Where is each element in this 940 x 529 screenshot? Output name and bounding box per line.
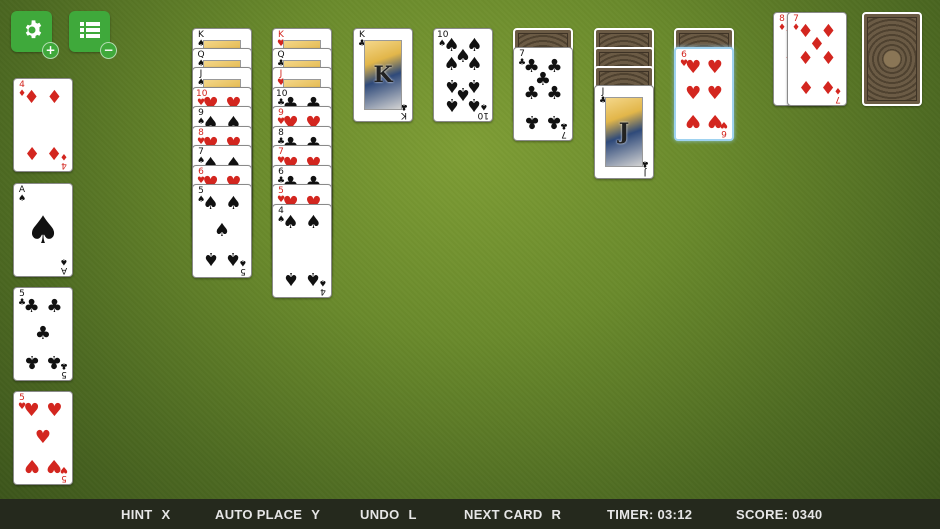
card-pips: ♥♥♥♥♥♥ — [685, 56, 723, 132]
free-cell-card[interactable]: A ♠ A ♠ ♠ — [13, 183, 73, 277]
suit-pip: ♠ — [282, 212, 299, 234]
card-corner-bottom-rank: K — [401, 110, 407, 120]
suit-pip: ♦ — [820, 76, 837, 98]
add-badge: + — [42, 42, 59, 59]
suit-pip: ♣ — [546, 83, 563, 104]
tableau-card[interactable]: J ♣ J ♣ J — [594, 85, 654, 179]
suit-pip: ♣ — [46, 351, 63, 373]
timer-label: TIMER: — [607, 507, 654, 522]
hint-key: X — [161, 507, 171, 522]
card-back-pattern — [867, 17, 917, 101]
free-cell-card[interactable]: 5 ♣ 5 ♣ ♣ ♣ ♣ ♣ ♣ — [13, 287, 73, 381]
menu-button[interactable]: − — [69, 11, 117, 59]
waste-card[interactable]: 7 ♦ 7 ♦ ♦ ♦ ♦ ♦ ♦ ♦ ♦ — [787, 12, 847, 106]
suit-pip: ♦ — [46, 86, 63, 108]
suit-pip: ♠ — [225, 248, 242, 270]
card-pips: ♠ — [24, 196, 62, 264]
next-card-control[interactable]: NEXT CARD R — [464, 507, 561, 522]
suit-pip: ♣ — [23, 351, 40, 373]
tableau-card[interactable]: 5 ♠ 5 ♠ ♠ ♠ ♠ ♠ ♠ — [192, 184, 252, 278]
undo-label: UNDO — [360, 507, 400, 522]
suit-pip: ♥ — [706, 110, 723, 132]
suit-pip: ♦ — [46, 142, 63, 164]
card-pips: ♦ ♦ ♦ ♦ — [23, 86, 63, 164]
suit-pip: ♥ — [685, 56, 702, 78]
settings-button[interactable]: + — [11, 11, 59, 59]
suit-pip: ♥ — [23, 399, 40, 421]
suit-pip: ♠ — [213, 220, 231, 241]
hint-control[interactable]: HINT X — [121, 507, 171, 522]
suit-pip: ♠ — [305, 267, 322, 289]
hint-label: HINT — [121, 507, 153, 522]
score: SCORE: 0340 — [736, 507, 822, 522]
next-card-label: NEXT CARD — [464, 507, 543, 522]
undo-key: L — [408, 507, 417, 522]
suit-pip: ♠ — [305, 212, 322, 234]
card-corner-bottom-rank: J — [643, 167, 647, 177]
suit-pip: ♠ — [466, 54, 483, 76]
suit-pip: ♣ — [546, 111, 563, 133]
tableau-card[interactable]: 4 ♠ 4 ♠ ♠ ♠ ♠ ♠ — [272, 203, 332, 298]
suit-pip: ♠ — [282, 267, 299, 289]
card-pips: ♣ ♣ ♣ ♣ ♣ ♣ ♣ — [523, 57, 563, 133]
score-value: 0340 — [792, 507, 823, 522]
suit-pip: ♥ — [46, 455, 63, 477]
card-pips: ♥ ♥ ♥ ♥ ♥ — [23, 399, 63, 477]
suit-pip: ♥ — [34, 427, 52, 448]
status-bar: HINT X AUTO PLACE Y UNDO L NEXT CARD R TIMER… — [0, 499, 940, 529]
suit-pip: ♣ — [523, 111, 540, 133]
suit-pip: ♦ — [23, 86, 40, 108]
stock-pile[interactable] — [862, 12, 922, 106]
auto-place-label: AUTO PLACE — [215, 507, 303, 522]
suit-pip: ♦ — [23, 142, 40, 164]
auto-place-key: Y — [311, 507, 321, 522]
suit-pip: ♦ — [797, 76, 814, 98]
gear-icon — [22, 19, 42, 44]
timer-value: 03:12 — [657, 507, 693, 522]
suit-pip: ♣ — [523, 83, 540, 104]
card-pips: ♣ ♣ ♣ ♣ ♣ — [23, 295, 63, 373]
face-card-rank: J — [618, 119, 630, 145]
card-pips: ♠ ♠ ♠ ♠ — [282, 212, 322, 289]
undo-control[interactable]: UNDO L — [360, 507, 417, 522]
tableau-card[interactable]: 7 ♣ 7 ♣ ♣ ♣ ♣ ♣ ♣ ♣ ♣ — [513, 47, 573, 141]
timer: TIMER: 03:12 — [607, 507, 692, 522]
suit-pip: ♥ — [685, 83, 702, 104]
free-cell-card[interactable]: 4 ♦ 4 ♦ ♦ ♦ ♦ ♦ — [13, 78, 73, 172]
tableau-card[interactable]: 10 ♠ 10 ♠ ♠ ♠ ♠ ♠ ♠ ♠ ♠ ♠ ♠ ♠ — [433, 28, 493, 122]
auto-place-control[interactable]: AUTO PLACE Y — [215, 507, 320, 522]
suit-pip: ♣ — [34, 323, 52, 344]
card-pips: ♦ ♦ ♦ ♦ ♦ ♦ ♦ — [797, 22, 837, 98]
list-icon — [79, 21, 100, 43]
remove-badge: − — [100, 42, 117, 59]
face-card-art: J — [605, 97, 643, 167]
suit-pip: ♠ — [466, 93, 483, 115]
suit-pip: ♥ — [685, 110, 702, 132]
card-pips: ♠ ♠ ♠ ♠ ♠ — [202, 192, 242, 270]
suit-pip: ♠ — [25, 208, 61, 252]
suit-pip: ♦ — [820, 48, 837, 69]
suit-pip: ♦ — [797, 48, 814, 69]
card-pips: ♠ ♠ ♠ ♠ ♠ ♠ ♠ ♠ ♠ ♠ — [443, 37, 483, 115]
suit-pip: ♥ — [706, 56, 723, 78]
suit-pip: ♣ — [46, 295, 63, 317]
suit-pip: ♥ — [46, 399, 63, 421]
score-label: SCORE: — [736, 507, 789, 522]
suit-pip: ♥ — [706, 83, 723, 104]
next-card-key: R — [551, 507, 562, 522]
card-corner-bottom-rank: A — [60, 265, 68, 275]
tableau-card[interactable]: K ♣ K ♣ K — [353, 28, 413, 122]
suit-pip: ♣ — [23, 295, 40, 317]
suit-pip: ♠ — [443, 93, 460, 115]
face-card-art: K — [364, 40, 402, 110]
face-card-rank: K — [373, 62, 393, 88]
suit-pip: ♠ — [202, 192, 219, 214]
suit-pip: ♠ — [225, 192, 242, 214]
tableau-card[interactable]: 6♥6♥♥♥♥♥♥♥ — [674, 47, 734, 141]
suit-pip: ♥ — [23, 455, 40, 477]
free-cell-card[interactable]: 5 ♥ 5 ♥ ♥ ♥ ♥ ♥ ♥ — [13, 391, 73, 485]
suit-pip: ♠ — [202, 248, 219, 270]
suit-pip: ♠ — [443, 54, 460, 76]
